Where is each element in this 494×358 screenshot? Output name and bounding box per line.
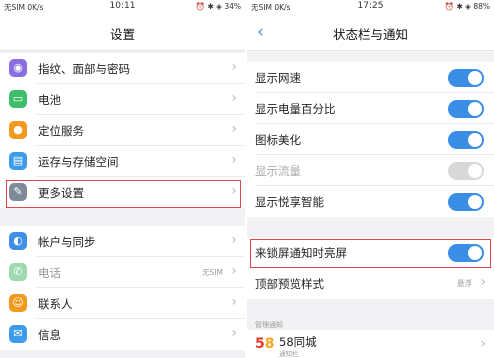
wrench-icon: ✎	[9, 183, 27, 201]
settings-item-label: 指纹、面部与密码	[38, 62, 130, 76]
preview-style-label: 顶部预览样式	[255, 277, 324, 291]
lockscreen-wake-toggle[interactable]	[448, 244, 484, 262]
chevron-right-icon: ›	[480, 274, 486, 290]
settings-item-contacts[interactable]: ☺ 联系人 ›	[0, 288, 245, 319]
chevron-right-icon: ›	[231, 294, 237, 310]
battery-icon: ▭	[9, 90, 27, 108]
toggle-row-battery-percent: 显示电量百分比	[247, 93, 494, 124]
messages-icon: ✉	[9, 325, 27, 343]
settings-item-label: 帐户与同步	[38, 235, 96, 249]
settings-item-label: 定位服务	[38, 124, 84, 138]
status-indicators: ⏰ ✱ ◈ 88%	[444, 2, 490, 11]
icon-beautify-toggle[interactable]	[448, 131, 484, 149]
title-bar: 设置	[0, 13, 245, 51]
toggle-row-data-usage: 显示流量	[247, 155, 494, 186]
status-bar: 无SIM 0K/s 17:25 ⏰ ✱ ◈ 88%	[247, 0, 494, 13]
preview-style-value: 悬浮	[457, 279, 472, 288]
settings-item-label: 运存与存储空间	[38, 155, 119, 169]
page-title: 设置	[109, 27, 135, 42]
chevron-right-icon: ›	[231, 90, 237, 106]
chevron-right-icon: ›	[231, 232, 237, 248]
toggle-label: 显示悦享智能	[255, 195, 324, 209]
chevron-right-icon: ›	[231, 325, 237, 341]
toggle-label: 显示流量	[255, 164, 301, 178]
chevron-right-icon: ›	[480, 336, 486, 352]
toggle-row-lockscreen-wake: 来锁屏通知时亮屏	[247, 237, 494, 268]
settings-item-phone[interactable]: ✆ 电话 无SIM ›	[0, 257, 245, 288]
toggle-label: 来锁屏通知时亮屏	[255, 246, 347, 260]
settings-item-more-settings[interactable]: ✎ 更多设置 ›	[0, 177, 245, 208]
status-bar: 无SIM 0K/s 10:11 ⏰ ✱ ◈ 34%	[0, 0, 245, 13]
toggle-row-icon-beautify: 图标美化	[247, 124, 494, 155]
toggle-row-network-speed: 显示网速	[247, 62, 494, 93]
account-sync-icon: ◐	[9, 232, 27, 250]
settings-item-label: 电池	[38, 93, 61, 107]
settings-item-messages[interactable]: ✉ 信息 ›	[0, 319, 245, 350]
location-icon: ●	[9, 121, 27, 139]
contacts-icon: ☺	[9, 294, 27, 312]
settings-item-location[interactable]: ● 定位服务 ›	[0, 115, 245, 146]
fingerprint-icon: ◉	[9, 59, 27, 77]
status-bar-notifications-screen: 无SIM 0K/s 17:25 ⏰ ✱ ◈ 88% ‹ 状态栏与通知 显示网速 …	[247, 0, 494, 358]
settings-item-fingerprint[interactable]: ◉ 指纹、面部与密码 ›	[0, 53, 245, 84]
settings-item-battery[interactable]: ▭ 电池 ›	[0, 84, 245, 115]
battery-percent-toggle[interactable]	[448, 100, 484, 118]
chevron-right-icon: ›	[231, 152, 237, 168]
toggle-label: 显示电量百分比	[255, 102, 336, 116]
chevron-right-icon: ›	[231, 183, 237, 199]
status-indicators: ⏰ ✱ ◈ 34%	[195, 2, 241, 11]
storage-icon: ▤	[9, 152, 27, 170]
phone-icon: ✆	[9, 263, 27, 281]
preview-style-row[interactable]: 顶部预览样式 悬浮 ›	[247, 268, 494, 299]
section-caption: 管理通知	[255, 321, 283, 329]
toggle-row-smart: 显示悦享智能	[247, 186, 494, 217]
settings-item-label: 电话	[38, 266, 61, 280]
settings-item-accounts[interactable]: ◐ 帐户与同步 ›	[0, 226, 245, 257]
app-notification-row[interactable]: 58 58同城 通知栏 ›	[247, 330, 494, 358]
toggle-label: 显示网速	[255, 71, 301, 85]
app-sub-label: 通知栏	[279, 350, 299, 358]
title-bar: ‹ 状态栏与通知	[247, 13, 494, 51]
chevron-right-icon: ›	[231, 263, 237, 279]
smart-toggle[interactable]	[448, 193, 484, 211]
toggle-label: 图标美化	[255, 133, 301, 147]
network-speed-toggle[interactable]	[448, 69, 484, 87]
settings-item-storage[interactable]: ▤ 运存与存储空间 ›	[0, 146, 245, 177]
app-logo-58: 58	[255, 336, 275, 352]
chevron-right-icon: ›	[231, 121, 237, 137]
sim-status: 无SIM	[202, 268, 223, 277]
page-title: 状态栏与通知	[332, 27, 408, 42]
data-usage-toggle[interactable]	[448, 162, 484, 180]
settings-screen: 无SIM 0K/s 10:11 ⏰ ✱ ◈ 34% 设置 ◉ 指纹、面部与密码 …	[0, 0, 245, 358]
settings-item-label: 信息	[38, 328, 61, 342]
settings-item-label: 联系人	[38, 297, 73, 311]
settings-item-label: 更多设置	[38, 186, 84, 200]
chevron-right-icon: ›	[231, 59, 237, 75]
